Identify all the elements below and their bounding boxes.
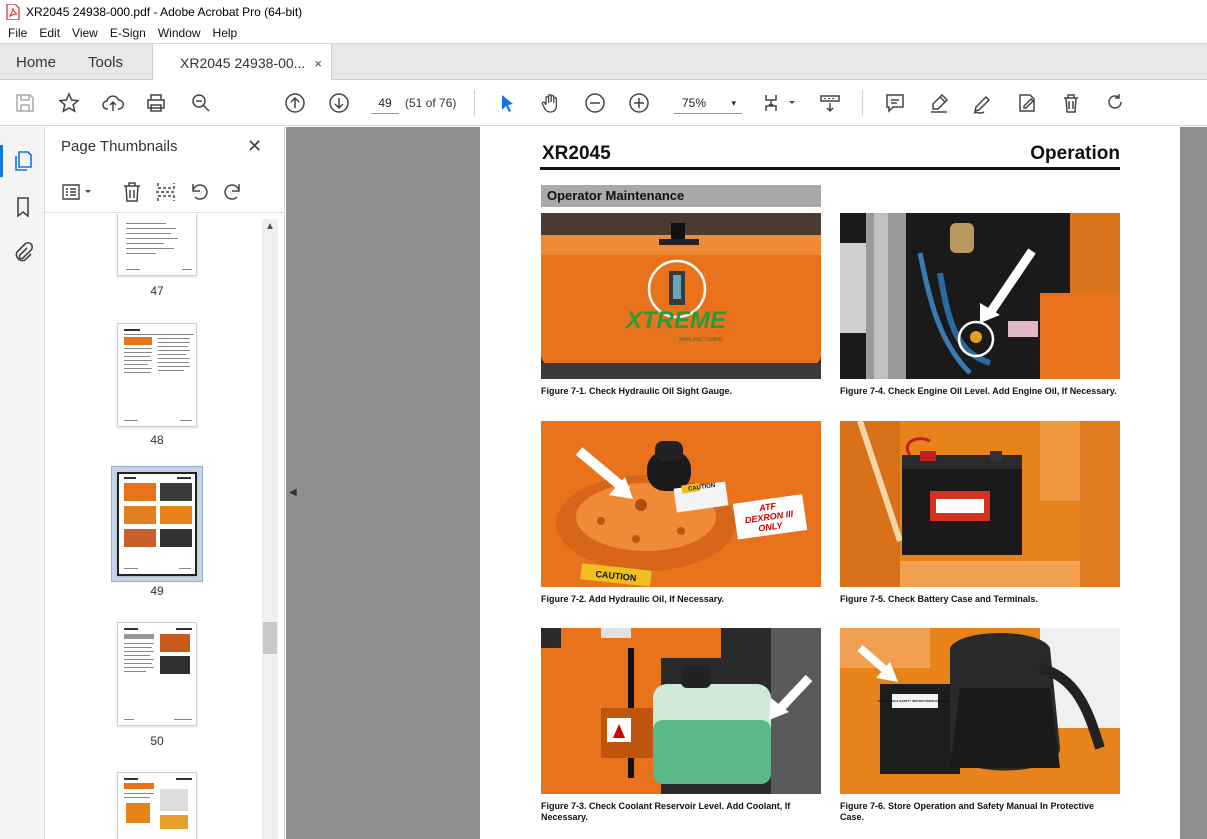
figure-caption: Figure 7-3. Check Coolant Reservoir Leve… xyxy=(541,801,791,822)
figure-7-3-photo xyxy=(541,628,821,794)
figure-7-6-photo: OPERATION & SAFETY INSTRUCTIONS ENCLOSED xyxy=(840,628,1120,794)
figure-caption: Figure 7-6. Store Operation and Safety M… xyxy=(840,801,1095,822)
menu-view[interactable]: View xyxy=(66,26,104,40)
photo-brand-sub-text: MANUFACTURING xyxy=(679,337,723,343)
menu-bar: File Edit View E-Sign Window Help xyxy=(0,23,1207,43)
figure-caption: Figure 7-5. Check Battery Case and Termi… xyxy=(840,594,1038,604)
save-icon[interactable] xyxy=(13,91,37,115)
zoom-in-icon[interactable] xyxy=(627,91,651,115)
rotate-redo-icon[interactable] xyxy=(1103,91,1127,115)
acrobat-pdf-icon xyxy=(6,3,20,20)
page-header-section: Operation xyxy=(1030,143,1120,164)
draw-sign-icon[interactable] xyxy=(971,91,995,115)
hand-tool-icon[interactable] xyxy=(539,91,563,115)
menu-help[interactable]: Help xyxy=(207,26,244,40)
thumbnail-label: 49 xyxy=(150,584,164,598)
menu-window[interactable]: Window xyxy=(152,26,207,40)
close-icon[interactable]: ✕ xyxy=(247,136,262,157)
section-heading: Operator Maintenance xyxy=(541,185,821,207)
page-count: (51 of 76) xyxy=(405,96,457,110)
rotate-clockwise-icon[interactable] xyxy=(221,180,245,204)
delete-trash-icon[interactable] xyxy=(1059,91,1083,115)
scroll-mode-icon[interactable] xyxy=(818,91,842,115)
collapse-panel-icon[interactable]: ◀ xyxy=(289,487,297,498)
toolbar-divider xyxy=(862,90,863,116)
thumbnail-label: 50 xyxy=(150,734,164,748)
menu-esign[interactable]: E-Sign xyxy=(104,26,152,40)
star-bookmark-icon[interactable] xyxy=(57,91,81,115)
document-scrollbar[interactable] xyxy=(1181,127,1207,839)
figure-7-4-photo xyxy=(840,213,1120,379)
page-display-icon[interactable] xyxy=(763,91,799,115)
toolbar: 49 (51 of 76) 75% ▾ xyxy=(0,80,1207,126)
highlight-pen-icon[interactable] xyxy=(927,91,951,115)
window-title: XR2045 24938-000.pdf - Adobe Acrobat Pro… xyxy=(26,4,303,19)
tab-document-label: XR2045 24938-00... xyxy=(180,55,306,71)
title-bar: XR2045 24938-000.pdf - Adobe Acrobat Pro… xyxy=(0,0,1207,23)
left-navigation-rail xyxy=(0,127,45,839)
next-page-icon[interactable] xyxy=(327,91,351,115)
thumbnail-label: 48 xyxy=(150,433,164,447)
comment-icon[interactable] xyxy=(883,91,907,115)
chevron-down-icon: ▾ xyxy=(731,98,736,108)
zoom-out-icon[interactable] xyxy=(583,91,607,115)
menu-edit[interactable]: Edit xyxy=(33,26,66,40)
toolbar-divider xyxy=(474,90,475,116)
photo-brand-text: XTREME xyxy=(624,307,727,334)
figure-7-2-photo: CAUTION ATF DEXRON III ONLY CAUTION xyxy=(541,421,821,587)
tab-bar: Home Tools XR2045 24938-00... × xyxy=(0,43,1207,82)
thumbnail-page-48[interactable] xyxy=(117,323,197,427)
thumbnail-page-49[interactable] xyxy=(117,472,197,576)
figure-7-1-photo: XTREME MANUFACTURING xyxy=(541,213,821,379)
thumbnail-page-50[interactable] xyxy=(117,622,197,726)
thumbnail-page-51[interactable] xyxy=(117,772,197,839)
pdf-page: XR2045 Operation Operator Maintenance XT… xyxy=(480,127,1180,839)
zoom-search-icon[interactable] xyxy=(189,91,213,115)
header-rule xyxy=(540,167,1120,170)
figure-caption: Figure 7-1. Check Hydraulic Oil Sight Ga… xyxy=(541,386,733,396)
thumbnail-page-47[interactable] xyxy=(117,214,197,276)
previous-page-icon[interactable] xyxy=(283,91,307,115)
thumbnail-list[interactable]: 47 48 49 50 xyxy=(45,214,275,839)
rotate-counterclockwise-icon[interactable] xyxy=(187,180,211,204)
page-number-input[interactable]: 49 xyxy=(371,92,399,114)
delete-page-icon[interactable] xyxy=(120,180,144,204)
panel-title: Page Thumbnails xyxy=(61,138,178,155)
figure-caption: Figure 7-4. Check Engine Oil Level. Add … xyxy=(840,386,1117,396)
tab-tools[interactable]: Tools xyxy=(88,44,123,81)
thumbnail-label: 47 xyxy=(150,284,164,298)
scrollbar-thumb[interactable] xyxy=(263,622,277,654)
tab-home[interactable]: Home xyxy=(16,44,56,81)
zoom-level-value: 75% xyxy=(682,96,707,110)
thumbnail-options-icon[interactable] xyxy=(61,180,97,204)
figure-caption: Figure 7-2. Add Hydraulic Oil, If Necess… xyxy=(541,594,725,604)
photo-manual-case-label: OPERATION & SAFETY INSTRUCTIONS ENCLOSED xyxy=(878,699,953,703)
extract-pages-icon[interactable] xyxy=(154,180,178,204)
zoom-level-select[interactable]: 75% ▾ xyxy=(674,92,742,114)
upload-cloud-icon[interactable] xyxy=(101,91,125,115)
scroll-up-icon[interactable]: ▲ xyxy=(265,221,275,232)
page-thumbnails-icon[interactable] xyxy=(0,145,35,177)
thumbnail-toolbar xyxy=(45,171,285,213)
attachment-paperclip-icon[interactable] xyxy=(11,241,35,265)
print-icon[interactable] xyxy=(144,91,168,115)
tab-close-icon[interactable]: × xyxy=(314,56,322,71)
tab-document[interactable]: XR2045 24938-00... × xyxy=(152,44,332,82)
edit-stamp-icon[interactable] xyxy=(1015,91,1039,115)
page-header-model: XR2045 xyxy=(542,143,611,164)
menu-file[interactable]: File xyxy=(2,26,33,40)
thumbnail-scrollbar[interactable]: ▲ xyxy=(262,219,278,839)
select-cursor-icon[interactable] xyxy=(495,91,519,115)
figure-7-5-photo xyxy=(840,421,1120,587)
page-thumbnails-panel: Page Thumbnails ✕ 47 48 49 50 ▲ xyxy=(45,127,285,839)
bookmark-icon[interactable] xyxy=(11,195,35,219)
